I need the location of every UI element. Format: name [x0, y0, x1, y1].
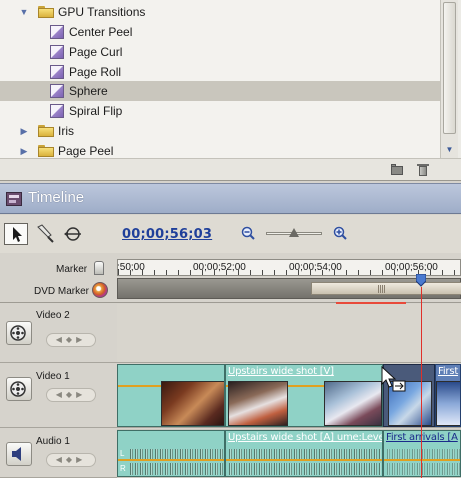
transition-icon: [50, 65, 64, 79]
scroll-down-arrow-icon[interactable]: ▼: [443, 143, 456, 156]
timeline-title: Timeline: [28, 189, 85, 206]
time-ruler-area: Marker DVD Marker ;50;00 00;00;52;00 00;…: [0, 253, 461, 303]
transition-icon: [50, 45, 64, 59]
transition-icon: [50, 25, 64, 39]
marker-label: Marker: [56, 264, 88, 275]
track-lane-audio-1[interactable]: L R Upstairs wide shot [A] ume:Level ▾ F…: [117, 429, 461, 478]
time-ruler[interactable]: ;50;00 00;00;52;00 00;00;54;00 00;00;56;…: [117, 259, 461, 276]
track-name: Video 2: [36, 310, 70, 321]
tree-item-label: Sphere: [69, 84, 108, 98]
timeline-title-bar: Timeline: [0, 183, 461, 214]
zoom-slider-thumb[interactable]: [289, 228, 299, 237]
tree-item-page-curl[interactable]: Page Curl: [0, 42, 440, 62]
tree-item-label: Page Roll: [69, 65, 122, 79]
dvd-marker-icon[interactable]: [92, 282, 108, 298]
audio-waveform: [130, 463, 224, 475]
film-reel-icon[interactable]: [6, 321, 32, 345]
zoom-in-icon[interactable]: [333, 226, 347, 240]
audio-clip-upstairs-wide-shot[interactable]: Upstairs wide shot [A] ume:Level ▾: [225, 430, 383, 477]
scrollbar-thumb[interactable]: [443, 2, 456, 134]
selection-tool[interactable]: [4, 223, 28, 245]
video-clip[interactable]: [117, 364, 225, 427]
dvd-marker-label: DVD Marker: [34, 286, 90, 297]
tree-item-center-peel[interactable]: Center Peel: [0, 22, 440, 42]
tree-item-gpu-transitions[interactable]: ▼ GPU Transitions: [0, 2, 440, 22]
folder-icon: [38, 125, 54, 137]
audio-clip-first-arrivals[interactable]: First arrivals [A: [383, 430, 461, 477]
clip-thumbnail: [161, 381, 224, 426]
right-channel-label: R: [120, 464, 126, 473]
track-header-video-2: Video 2 ◀◆▶: [0, 304, 117, 363]
track-header-audio-1: Audio 1 ◀◆▶: [0, 429, 117, 478]
marker-icon[interactable]: [94, 261, 104, 275]
clip-thumbnail: [436, 381, 460, 426]
tree-item-page-roll[interactable]: Page Roll: [0, 62, 440, 82]
tree-item-page-peel[interactable]: ▶ Page Peel: [0, 141, 440, 158]
speaker-icon[interactable]: [6, 442, 32, 466]
video-clip-first[interactable]: First: [435, 364, 461, 427]
track-select-tool[interactable]: [62, 223, 84, 245]
tree-item-iris[interactable]: ▶ Iris: [0, 121, 440, 141]
effects-panel: ▼ GPU Transitions Center Peel Page Curl …: [0, 0, 461, 181]
tree-item-label: Center Peel: [69, 25, 133, 39]
tree-item-label: Page Peel: [58, 144, 114, 158]
volume-keyframe-line[interactable]: [384, 459, 460, 461]
video-clip-upstairs-wide-shot[interactable]: Upstairs wide shot [V]: [225, 364, 383, 427]
tree-item-label: Iris: [58, 124, 74, 138]
audio-waveform: [387, 463, 460, 475]
audio-clip[interactable]: L R: [117, 430, 225, 477]
tree-item-label: GPU Transitions: [58, 5, 146, 19]
collapsed-arrow-icon[interactable]: ▶: [19, 126, 29, 136]
playhead-line[interactable]: [421, 287, 422, 478]
track-select-icon: [64, 227, 81, 241]
effects-tree: ▼ GPU Transitions Center Peel Page Curl …: [0, 0, 440, 158]
keyframe-navigator[interactable]: ◀◆▶: [46, 333, 96, 347]
effects-panel-footer: [0, 158, 461, 180]
expanded-arrow-icon[interactable]: ▼: [19, 7, 29, 17]
track-name: Audio 1: [36, 436, 70, 447]
tree-item-label: Page Curl: [69, 45, 123, 59]
volume-keyframe-line[interactable]: [118, 459, 224, 461]
keyframe-navigator[interactable]: ◀◆▶: [46, 453, 96, 467]
ruler-ticks: [118, 270, 461, 275]
clip-thumbnail: [228, 381, 288, 426]
new-bin-icon[interactable]: [390, 163, 404, 176]
folder-icon: [38, 145, 54, 157]
work-area-grip[interactable]: [378, 285, 386, 293]
keyframe-navigator[interactable]: ◀◆▶: [46, 388, 96, 402]
track-lane-video-2[interactable]: [117, 304, 461, 363]
tree-item-label: Spiral Flip: [69, 104, 123, 118]
work-area-bar[interactable]: [311, 282, 461, 295]
tree-item-sphere[interactable]: Sphere: [0, 81, 440, 101]
transition-icon: [50, 104, 64, 118]
track-header-video-1: Video 1 ◀◆▶: [0, 364, 117, 428]
zoom-out-icon[interactable]: [241, 226, 255, 240]
left-channel-label: L: [120, 449, 125, 458]
folder-icon: [38, 6, 54, 18]
audio-waveform: [229, 463, 381, 475]
track-lane-video-1[interactable]: Upstairs wide shot [V] First: [117, 364, 461, 428]
razor-tool[interactable]: [34, 223, 56, 245]
track-name: Video 1: [36, 371, 70, 382]
work-area-track[interactable]: [117, 278, 461, 299]
trash-icon[interactable]: [416, 163, 430, 176]
current-timecode[interactable]: 00;00;56;03: [122, 227, 212, 242]
tree-item-spiral-flip[interactable]: Spiral Flip: [0, 101, 440, 121]
collapsed-arrow-icon[interactable]: ▶: [19, 146, 29, 156]
tree-scrollbar[interactable]: ▼: [440, 0, 458, 158]
transition-icon: [50, 84, 64, 98]
film-reel-icon[interactable]: [6, 377, 32, 401]
clip-label[interactable]: Upstairs wide shot [A] ume:Level ▾: [228, 432, 382, 443]
timeline-toolbar: 00;00;56;03: [0, 215, 461, 253]
mouse-cursor-icon: [381, 366, 406, 392]
clip-label: First: [438, 366, 459, 377]
timeline-panel-icon: [6, 192, 22, 206]
clip-thumbnail: [324, 381, 382, 426]
volume-keyframe-line[interactable]: [226, 459, 382, 461]
arrow-pointer-icon: [13, 227, 22, 242]
clip-label: Upstairs wide shot [V]: [228, 366, 334, 377]
razor-icon: [37, 224, 54, 243]
playhead-handle-icon[interactable]: [416, 274, 426, 287]
